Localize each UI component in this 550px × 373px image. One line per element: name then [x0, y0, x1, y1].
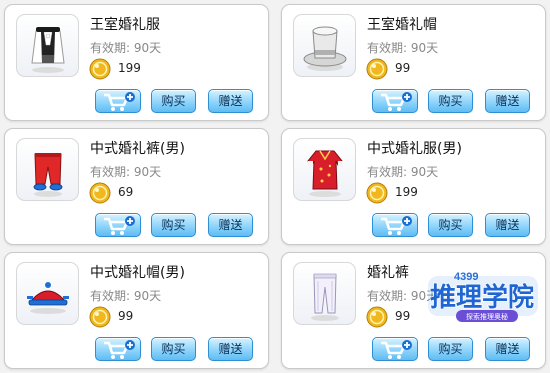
add-to-cart-button[interactable]: [372, 337, 418, 361]
coin-icon: [366, 306, 388, 328]
item-thumbnail: [293, 262, 356, 325]
add-to-cart-button[interactable]: [95, 89, 141, 113]
item-price: 99: [395, 309, 411, 323]
add-to-cart-icon: [104, 92, 135, 111]
item-price: 199: [118, 61, 141, 75]
wedding-pants-icon: [311, 273, 339, 321]
item-name: 中式婚礼服(男): [367, 141, 462, 157]
buy-button[interactable]: 购买: [151, 213, 196, 237]
gift-button[interactable]: 赠送: [208, 337, 253, 361]
buy-button[interactable]: 购买: [428, 337, 473, 361]
gift-button[interactable]: 赠送: [485, 337, 530, 361]
add-to-cart-icon: [104, 340, 135, 359]
item-thumbnail: [293, 138, 356, 201]
chinese-wedding-pants-icon: [33, 153, 63, 197]
item-validity: 有效期: 90天: [367, 165, 439, 179]
coin-icon: [89, 306, 111, 328]
item-thumbnail: [16, 138, 79, 201]
add-to-cart-button[interactable]: [95, 213, 141, 237]
item-card: 中式婚礼裤(男) 有效期: 90天 69 购买 赠送: [4, 128, 269, 245]
buy-button[interactable]: 购买: [428, 213, 473, 237]
item-thumbnail: [16, 14, 79, 77]
add-to-cart-button[interactable]: [372, 213, 418, 237]
logo-brand: 4399: [454, 271, 478, 283]
item-card: 中式婚礼帽(男) 有效期: 90天 99 购买 赠送: [4, 252, 269, 369]
logo-subtitle: 探索推理奥秘: [466, 312, 508, 321]
gift-button[interactable]: 赠送: [208, 89, 253, 113]
gift-button[interactable]: 赠送: [485, 89, 530, 113]
item-price: 99: [395, 61, 411, 75]
chinese-wedding-hat-icon: [27, 282, 69, 314]
add-to-cart-icon: [104, 216, 135, 235]
item-name: 婚礼裤: [367, 265, 409, 281]
item-validity: 有效期: 90天: [367, 41, 439, 55]
coin-icon: [89, 182, 111, 204]
item-price: 99: [118, 309, 134, 323]
item-name: 王室婚礼帽: [367, 17, 437, 33]
item-thumbnail: [16, 262, 79, 325]
item-validity: 有效期: 90天: [90, 165, 162, 179]
item-price: 199: [395, 185, 418, 199]
watermark-logo: 4399 推理学院 探索推理奥秘: [428, 271, 538, 322]
add-to-cart-icon: [381, 216, 412, 235]
coin-icon: [366, 182, 388, 204]
item-name: 王室婚礼服: [90, 17, 160, 33]
item-card: 中式婚礼服(男) 有效期: 90天 199 购买 赠送: [281, 128, 546, 245]
royal-wedding-hat-icon: [303, 26, 347, 71]
item-card: 王室婚礼服 有效期: 90天 199 购买 赠送: [4, 4, 269, 121]
item-name: 中式婚礼帽(男): [90, 265, 185, 281]
chinese-wedding-robe-icon: [307, 150, 343, 197]
add-to-cart-icon: [381, 92, 412, 111]
buy-button[interactable]: 购买: [428, 89, 473, 113]
logo-name: 推理学院: [430, 282, 534, 313]
item-name: 中式婚礼裤(男): [90, 141, 185, 157]
coin-icon: [366, 58, 388, 80]
item-validity: 有效期: 90天: [90, 289, 162, 303]
add-to-cart-button[interactable]: [372, 89, 418, 113]
buy-button[interactable]: 购买: [151, 89, 196, 113]
gift-button[interactable]: 赠送: [208, 213, 253, 237]
item-card: 王室婚礼帽 有效期: 90天 99 购买 赠送: [281, 4, 546, 121]
buy-button[interactable]: 购买: [151, 337, 196, 361]
add-to-cart-icon: [381, 340, 412, 359]
royal-wedding-suit-icon: [31, 27, 65, 73]
add-to-cart-button[interactable]: [95, 337, 141, 361]
item-thumbnail: [293, 14, 356, 77]
gift-button[interactable]: 赠送: [485, 213, 530, 237]
item-validity: 有效期: 90天: [90, 41, 162, 55]
coin-icon: [89, 58, 111, 80]
item-price: 69: [118, 185, 134, 199]
